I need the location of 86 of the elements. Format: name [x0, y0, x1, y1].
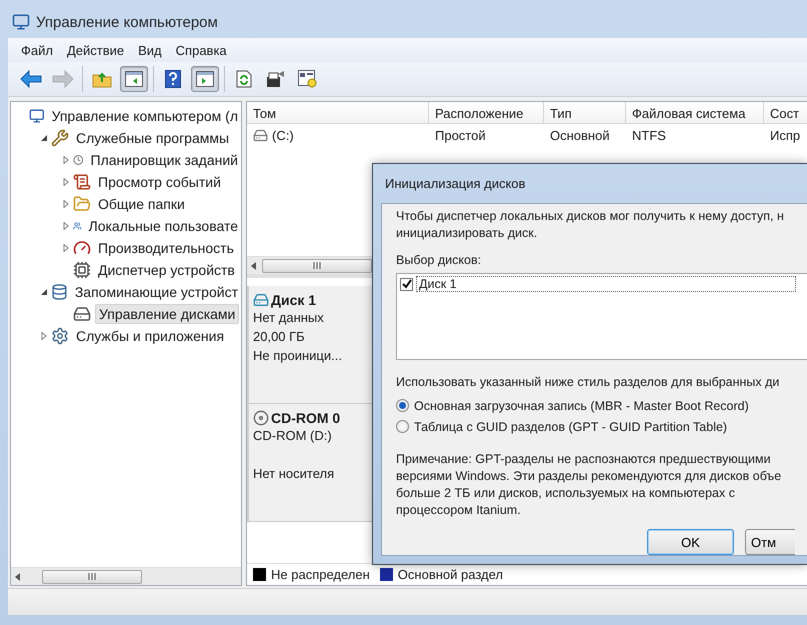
wrench-icon	[51, 129, 69, 147]
column-header[interactable]: Расположение	[429, 102, 544, 123]
disk-type: Нет данных	[253, 309, 325, 327]
dialog-title: Инициализация дисков	[385, 176, 526, 191]
collapsed-arrow-icon[interactable]	[40, 332, 48, 340]
disk-list-label: Выбор дисков:	[396, 252, 482, 269]
partition-style-label: Использовать указанный ниже стиль разделов для выбранных ди	[396, 374, 780, 391]
column-header[interactable]: Том	[247, 102, 429, 123]
table-cell: Простой	[435, 128, 486, 142]
disk-name: CD-ROM 0	[271, 410, 340, 426]
tree-item[interactable]: Диспетчер устройств	[95, 261, 238, 279]
radio-button[interactable]	[396, 420, 409, 433]
scroll-thumb[interactable]	[42, 570, 142, 584]
refresh-icon	[236, 70, 252, 88]
computer-icon	[12, 13, 30, 31]
column-header[interactable]: Файловая система	[626, 102, 764, 123]
tree-item[interactable]: Планировщик заданий	[88, 151, 241, 169]
collapsed-arrow-icon[interactable]	[62, 222, 70, 230]
dialog-button[interactable]: OK	[647, 529, 734, 555]
expanded-arrow-icon[interactable]	[40, 288, 48, 296]
collapsed-arrow-icon[interactable]	[62, 244, 70, 252]
disk-status: Не проиници...	[253, 347, 343, 365]
cd-drive-icon	[253, 410, 269, 426]
log-icon	[73, 173, 91, 191]
hard-drive-icon	[253, 292, 269, 308]
tree-item[interactable]: Служебные программы	[73, 129, 232, 147]
checkbox[interactable]	[400, 278, 413, 290]
tree-item[interactable]: Просмотр событий	[95, 173, 224, 191]
radio-button[interactable]	[396, 399, 409, 412]
export-icon	[266, 70, 286, 88]
back-arrow-icon	[20, 70, 42, 88]
menu-item[interactable]: Файл	[14, 40, 60, 60]
intro-text: Чтобы диспетчер локальных дисков мог получить к нему доступ, н инициализировать диск.	[396, 208, 784, 242]
menu-item[interactable]: Справка	[168, 40, 234, 60]
scroll-left-icon[interactable]	[14, 572, 22, 580]
properties-icon	[298, 70, 318, 88]
collapsed-arrow-icon[interactable]	[62, 178, 70, 186]
tree-item[interactable]: Общие папки	[95, 195, 188, 213]
forward-arrow-icon	[52, 70, 74, 88]
tree-item[interactable]: Локальные пользовате	[86, 217, 241, 235]
computer-icon	[29, 107, 45, 125]
gauge-icon	[73, 239, 91, 257]
tree-item[interactable]: Службы и приложения	[73, 327, 228, 345]
tree-item[interactable]: Запоминающие устройст	[72, 283, 241, 301]
radio-label[interactable]: Основная загрузочная запись (MBR - Master Boot Record)	[414, 398, 749, 412]
drive-icon	[253, 128, 268, 142]
table-cell: Основной	[550, 128, 610, 142]
chip-icon	[73, 261, 91, 279]
grip-icon	[88, 573, 96, 580]
scroll-thumb[interactable]	[262, 258, 372, 272]
grip-icon	[312, 262, 322, 269]
tree-item[interactable]: Управление компьютером (л	[48, 107, 241, 125]
note-text: Примечание: GPT-разделы не распознаются предшествующими версиями Windows. Эти разделы рекомендуются для дисков объе больше 2 ТБ или дисков, используемых на компьютерах с процессором Itanium.	[396, 451, 782, 519]
collapsed-arrow-icon[interactable]	[62, 200, 70, 208]
table-cell: Испр	[770, 128, 800, 142]
disk-name: Диск 1	[271, 292, 316, 308]
window-title: Управление компьютером	[36, 14, 218, 30]
folder-up-icon	[92, 70, 112, 88]
pane-icon	[125, 71, 143, 87]
gear-icon	[51, 327, 69, 345]
table-cell: NTFS	[632, 128, 666, 142]
legend-label: Основной раздел	[398, 567, 503, 582]
checkbox-label[interactable]: Диск 1	[416, 276, 796, 292]
help-icon	[165, 70, 181, 88]
dialog-button[interactable]: Отм	[745, 529, 795, 555]
disk-size: 20,00 ГБ	[253, 329, 305, 344]
expanded-arrow-icon[interactable]	[40, 134, 48, 142]
radio-label[interactable]: Таблица с GUID разделов (GPT - GUID Partition Table)	[414, 420, 728, 434]
legend-label: Не распределен	[271, 567, 370, 582]
collapsed-arrow-icon[interactable]	[62, 156, 70, 164]
table-cell: (C:)	[272, 128, 294, 142]
scroll-left-icon[interactable]	[250, 262, 258, 270]
hard-drive-icon	[73, 305, 91, 323]
tree-item[interactable]: Управление дисками	[95, 304, 240, 324]
menu-item[interactable]: Действие	[60, 40, 132, 60]
disk-status: Нет носителя	[253, 465, 336, 483]
column-header[interactable]: Тип	[544, 102, 626, 123]
menu-item[interactable]: Вид	[131, 40, 169, 60]
database-icon	[51, 283, 68, 301]
folder-icon	[73, 195, 91, 213]
toolbar-button[interactable]	[191, 66, 219, 92]
pane-icon	[196, 71, 214, 87]
disk-type: CD-ROM (D:)	[253, 427, 333, 445]
tree-item[interactable]: Производительность	[95, 239, 237, 257]
horizontal-scrollbar[interactable]	[11, 567, 241, 585]
toolbar-button[interactable]	[120, 66, 148, 92]
